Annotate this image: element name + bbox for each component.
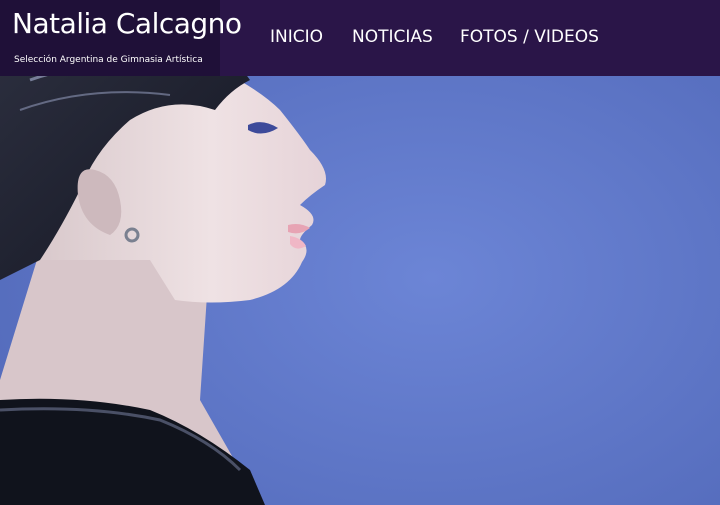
nav-item-inicio[interactable]: INICIO — [270, 26, 323, 50]
nav-item-fotos-videos[interactable]: FOTOS / VIDEOS — [460, 26, 599, 50]
site-title[interactable]: Natalia Calcagno — [12, 4, 242, 44]
page: Natalia Calcagno Selección Argentina de … — [0, 0, 720, 505]
site-subtitle: Selección Argentina de Gimnasia Artístic… — [14, 55, 203, 65]
nav-item-noticias[interactable]: NOTICIAS — [352, 26, 433, 50]
